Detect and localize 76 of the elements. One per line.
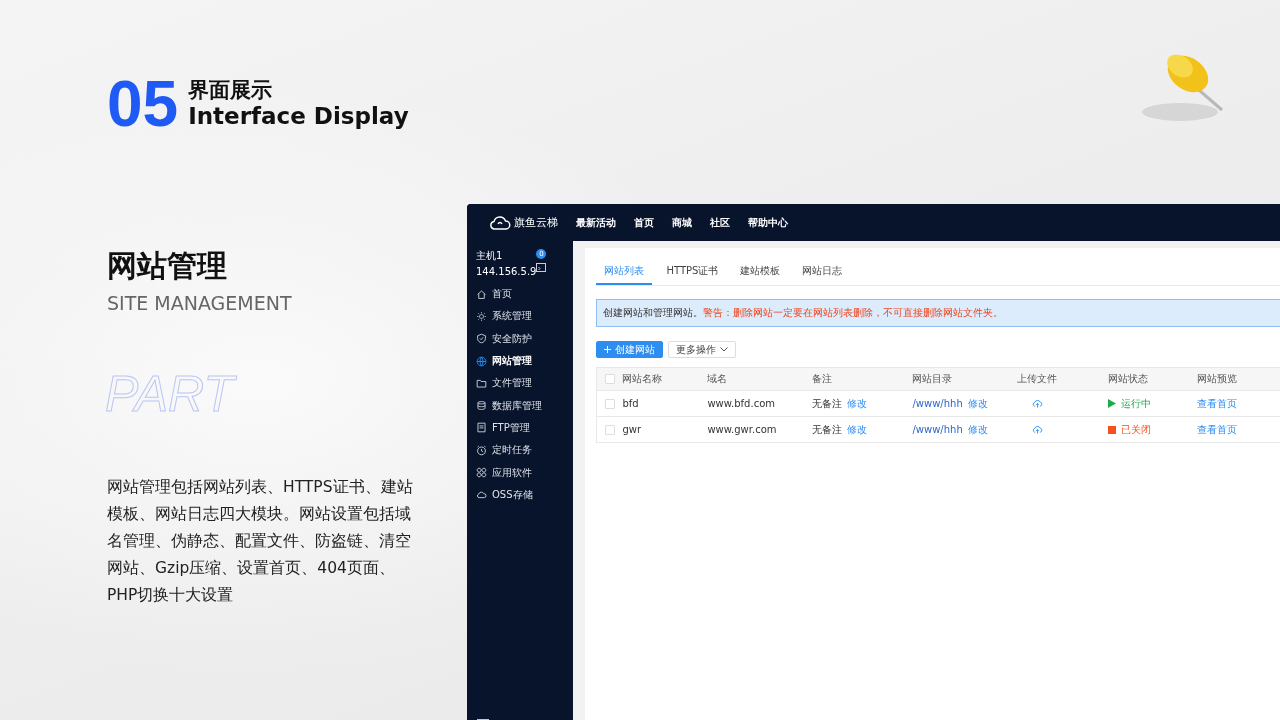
edit-link[interactable]: 修改 <box>967 422 988 437</box>
shield-icon <box>476 333 487 345</box>
row-checkbox[interactable] <box>605 398 616 409</box>
directory-link[interactable]: /www/hhh <box>912 424 963 435</box>
cloud-logo-icon <box>489 214 511 231</box>
document-icon <box>476 422 487 434</box>
select-all-checkbox[interactable] <box>605 374 616 384</box>
terminal-icon[interactable] <box>536 263 547 272</box>
more-actions-dropdown[interactable]: 更多操作 <box>668 341 737 358</box>
description-paragraph: 网站管理包括网站列表、HTTPS证书、建站模板、网站日志四大模块。网站设置包括域名管理、伪静态、配置文件、防盗链、清空网站、Gzip压缩、设置首页、404页面、PHP切换十大设置 <box>107 477 414 606</box>
tab[interactable]: 网站列表 <box>596 260 653 285</box>
preview-link[interactable]: 查看首页 <box>1197 396 1238 411</box>
notice-text: 创建网站和管理网站。 <box>603 307 704 318</box>
cloud-upload-icon[interactable] <box>1031 399 1043 408</box>
edit-link[interactable]: 修改 <box>847 396 868 411</box>
section-subtitle: SITE MANAGEMENT <box>107 292 292 314</box>
directory-link[interactable]: /www/hhh <box>912 398 963 409</box>
nav-link[interactable]: 最新活动 <box>576 215 616 230</box>
table-cell: 无备注 <box>812 396 843 411</box>
tab[interactable]: 建站模板 <box>732 260 789 285</box>
table-cell-text: gwr <box>622 424 643 435</box>
status-text: 已关闭 <box>1121 422 1152 437</box>
nav-link[interactable]: 帮助中心 <box>748 215 788 230</box>
sidebar-item[interactable]: FTP管理 <box>467 416 574 440</box>
cloud-icon <box>476 489 487 501</box>
nav-link[interactable]: 社区 <box>710 215 730 230</box>
nav-link[interactable]: 商城 <box>672 215 692 230</box>
plus-icon <box>604 346 612 353</box>
play-icon <box>1108 399 1117 408</box>
watermark-text: PART <box>103 324 246 464</box>
column-header: 上传文件 <box>1016 372 1059 386</box>
sidebar-item[interactable]: 安全防护 <box>467 327 574 350</box>
sidebar-item[interactable]: 首页 <box>467 283 574 306</box>
cloud-upload-icon[interactable] <box>1031 425 1043 434</box>
host-ip: 144.156.5.9 <box>476 266 537 277</box>
tab[interactable]: HTTPS证书 <box>658 260 727 285</box>
table-cell-text: bfd <box>622 398 640 409</box>
table-cell-text: www.bfd.com <box>707 398 776 409</box>
column-header: 网站名称 <box>622 372 664 386</box>
sidebar-item[interactable]: 应用软件 <box>467 461 574 484</box>
globe-icon <box>476 355 487 367</box>
column-header: 网站预览 <box>1197 372 1239 386</box>
database-icon <box>476 400 487 412</box>
section-title: 网站管理 <box>107 248 227 284</box>
table-cell-text: www.gwr.com <box>707 424 778 435</box>
sidebar-item[interactable]: OSS存储 <box>467 483 574 506</box>
stop-icon <box>1108 425 1117 434</box>
preview-link[interactable]: 查看首页 <box>1197 422 1238 437</box>
table-cell: 无备注 <box>812 422 843 437</box>
nav-link[interactable]: 首页 <box>634 215 654 230</box>
grid-icon <box>476 467 487 478</box>
host-name: 主机1 <box>476 249 504 263</box>
brand-name: 旗鱼云梯 <box>514 215 558 230</box>
clock-icon <box>476 444 487 456</box>
folder-icon <box>476 377 487 389</box>
tab[interactable]: 网站日志 <box>794 260 851 285</box>
sidebar-item[interactable]: 系统管理 <box>467 305 574 328</box>
column-header: 备注 <box>812 372 834 386</box>
sidebar-item[interactable]: 网站管理 <box>467 349 574 373</box>
warning-text: 警告：删除网站一定要在网站列表删除，不可直接删除网站文件夹。 <box>703 307 1004 318</box>
row-checkbox[interactable] <box>605 424 616 435</box>
slide-title-english: Interface Display <box>188 102 409 130</box>
edit-link[interactable]: 修改 <box>847 422 868 437</box>
gear-icon <box>476 310 487 322</box>
home-icon <box>476 288 487 300</box>
sidebar-item[interactable]: 定时任务 <box>467 439 574 462</box>
caret-icon <box>720 347 729 352</box>
column-header: 网站状态 <box>1107 372 1150 386</box>
slide-title: 界面展示 <box>188 78 274 102</box>
sidebar-item[interactable]: 文件管理 <box>467 372 574 395</box>
edit-link[interactable]: 修改 <box>967 396 988 411</box>
status-text: 运行中 <box>1121 396 1152 411</box>
section-number: 05 <box>107 72 179 136</box>
column-header: 域名 <box>707 372 729 386</box>
column-header: 网站目录 <box>912 372 954 386</box>
sidebar-item[interactable]: 数据库管理 <box>467 394 574 417</box>
